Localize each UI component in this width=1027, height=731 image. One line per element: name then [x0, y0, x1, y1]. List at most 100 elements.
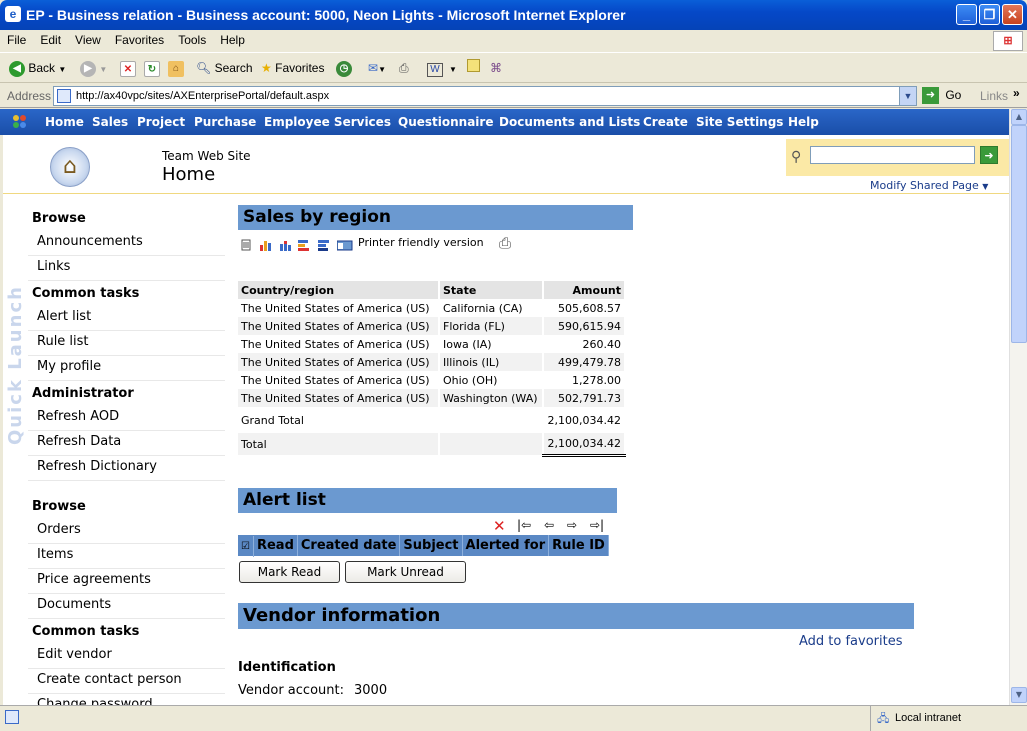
select-all-icon[interactable]: ☑ [238, 536, 254, 557]
links-chevron-icon[interactable]: » [1013, 86, 1020, 100]
nav-alert-list[interactable]: Alert list [28, 307, 225, 331]
vertical-scrollbar[interactable]: ▲ ▼ [1009, 109, 1027, 705]
nav-sales[interactable]: Sales [92, 115, 128, 129]
nav-documents[interactable]: Documents [28, 595, 225, 619]
maximize-button[interactable]: ❐ [979, 4, 1000, 25]
nav-refresh-aod[interactable]: Refresh AOD [28, 407, 225, 431]
table-view-icon[interactable] [337, 239, 353, 251]
history-button[interactable]: ◷ [336, 59, 352, 77]
forward-dropdown-icon[interactable]: ▼ [99, 65, 107, 74]
nav-announcements[interactable]: Announcements [28, 232, 225, 256]
refresh-icon: ↻ [144, 60, 160, 77]
nav-help[interactable]: Help [788, 115, 819, 129]
back-dropdown-icon[interactable]: ▼ [58, 65, 66, 74]
edit-dropdown-icon[interactable]: ▼ [449, 65, 457, 74]
document-icon[interactable] [240, 239, 252, 251]
column-header-country[interactable]: Country/region [238, 281, 440, 299]
menu-favorites[interactable]: Favorites [108, 30, 171, 47]
previous-page-icon[interactable]: ⇦ [544, 518, 554, 532]
go-button[interactable]: ➜ Go [922, 87, 961, 104]
modify-shared-page-link[interactable]: Modify Shared Page ▼ [870, 179, 988, 192]
menu-edit[interactable]: Edit [33, 30, 68, 47]
column-header-rule-id[interactable]: Rule ID [549, 535, 609, 556]
minimize-button[interactable]: _ [956, 4, 977, 25]
modify-label: Modify Shared Page [870, 179, 979, 192]
close-button[interactable]: ✕ [1002, 4, 1023, 25]
scroll-down-icon[interactable]: ▼ [1011, 687, 1027, 703]
messenger-button[interactable]: ⌘ [490, 59, 502, 77]
print-button[interactable]: ⎙ [399, 59, 409, 77]
stop-icon: ✕ [120, 60, 136, 77]
refresh-button[interactable]: ↻ [144, 59, 160, 77]
nav-purchase[interactable]: Purchase [194, 115, 256, 129]
mail-button[interactable]: ✉▼ [368, 59, 386, 77]
nav-change-password[interactable]: Change password [28, 695, 225, 705]
nav-items[interactable]: Items [28, 545, 225, 569]
search-go-button[interactable]: ➜ [980, 146, 998, 164]
horizontal-bar-chart-icon[interactable] [298, 239, 310, 251]
column-header-alerted-for[interactable]: Alerted for [463, 535, 550, 556]
mark-unread-button[interactable]: Mark Unread [345, 561, 466, 583]
home-site-icon[interactable]: ⌂ [50, 147, 90, 187]
column-header-state[interactable]: State [439, 281, 544, 299]
nav-documents-and-lists[interactable]: Documents and Lists [499, 115, 640, 129]
column-header-subject[interactable]: Subject [400, 535, 463, 556]
next-page-icon[interactable]: ⇨ [567, 518, 577, 532]
nav-links[interactable]: Links [28, 257, 225, 281]
nav-questionnaire[interactable]: Questionnaire [398, 115, 493, 129]
stacked-bar-chart-icon[interactable] [279, 239, 291, 251]
nav-rule-list[interactable]: Rule list [28, 332, 225, 356]
site-name[interactable]: Team Web Site [162, 149, 251, 163]
delete-icon[interactable]: ✕ [493, 517, 506, 535]
forward-button[interactable]: ▶ ▼ [80, 59, 107, 77]
links-label[interactable]: Links [980, 89, 1008, 103]
nav-edit-vendor[interactable]: Edit vendor [28, 645, 225, 669]
mail-dropdown-icon[interactable]: ▼ [378, 65, 386, 74]
nav-refresh-data[interactable]: Refresh Data [28, 432, 225, 456]
menu-help[interactable]: Help [213, 30, 252, 47]
address-url[interactable]: http://ax40vpc/sites/AXEnterprisePortal/… [76, 90, 329, 102]
menu-tools[interactable]: Tools [171, 30, 213, 47]
column-header-created-date[interactable]: Created date [298, 535, 401, 556]
cell-state: Ohio (OH) [439, 371, 544, 389]
nav-refresh-dictionary[interactable]: Refresh Dictionary [28, 457, 225, 481]
column-header-amount[interactable]: Amount [543, 281, 626, 299]
nav-site-settings[interactable]: Site Settings [696, 115, 783, 129]
search-button[interactable]: 🔍︎ Search [196, 59, 253, 77]
first-page-icon[interactable]: |⇦ [517, 518, 531, 532]
mark-read-button[interactable]: Mark Read [239, 561, 340, 583]
scroll-thumb[interactable] [1011, 125, 1027, 343]
nav-create[interactable]: Create [643, 115, 688, 129]
printer-icon[interactable]: ⎙ [499, 234, 511, 252]
nav-orders[interactable]: Orders [28, 520, 225, 544]
menu-file[interactable]: File [0, 30, 33, 47]
address-dropdown-icon[interactable]: ▼ [899, 87, 916, 105]
vendor-account-label: Vendor account: [238, 683, 344, 698]
home-button[interactable]: ⌂ [168, 59, 184, 77]
bar-chart-icon[interactable] [259, 239, 271, 251]
back-button[interactable]: ◀ Back ▼ [9, 59, 66, 77]
horizontal-stacked-chart-icon[interactable] [318, 239, 330, 251]
site-search-input[interactable] [810, 146, 975, 164]
edit-button[interactable]: W ▼ [427, 59, 457, 77]
favorites-button[interactable]: ★ Favorites [261, 59, 324, 77]
menu-view[interactable]: View [68, 30, 108, 47]
nav-price-agreements[interactable]: Price agreements [28, 570, 225, 594]
total-empty [439, 433, 544, 455]
address-input[interactable]: http://ax40vpc/sites/AXEnterprisePortal/… [53, 86, 917, 106]
nav-project[interactable]: Project [137, 115, 185, 129]
column-header-read[interactable]: Read [254, 535, 298, 556]
scroll-up-icon[interactable]: ▲ [1011, 109, 1027, 125]
last-page-icon[interactable]: ⇨| [590, 518, 604, 532]
nav-home[interactable]: Home [45, 115, 84, 129]
window-title: EP - Business relation - Business accoun… [26, 7, 626, 23]
stop-button[interactable]: ✕ [120, 59, 136, 77]
window-title-bar[interactable]: e EP - Business relation - Business acco… [0, 0, 1027, 30]
printer-friendly-link[interactable]: Printer friendly version [358, 236, 484, 249]
nav-employee-services[interactable]: Employee Services [264, 115, 391, 129]
discuss-button[interactable] [467, 59, 480, 77]
add-to-favorites-link[interactable]: Add to favorites [799, 634, 903, 649]
cell-country: The United States of America (US) [238, 389, 440, 407]
nav-create-contact-person[interactable]: Create contact person [28, 670, 225, 694]
nav-my-profile[interactable]: My profile [28, 357, 225, 381]
